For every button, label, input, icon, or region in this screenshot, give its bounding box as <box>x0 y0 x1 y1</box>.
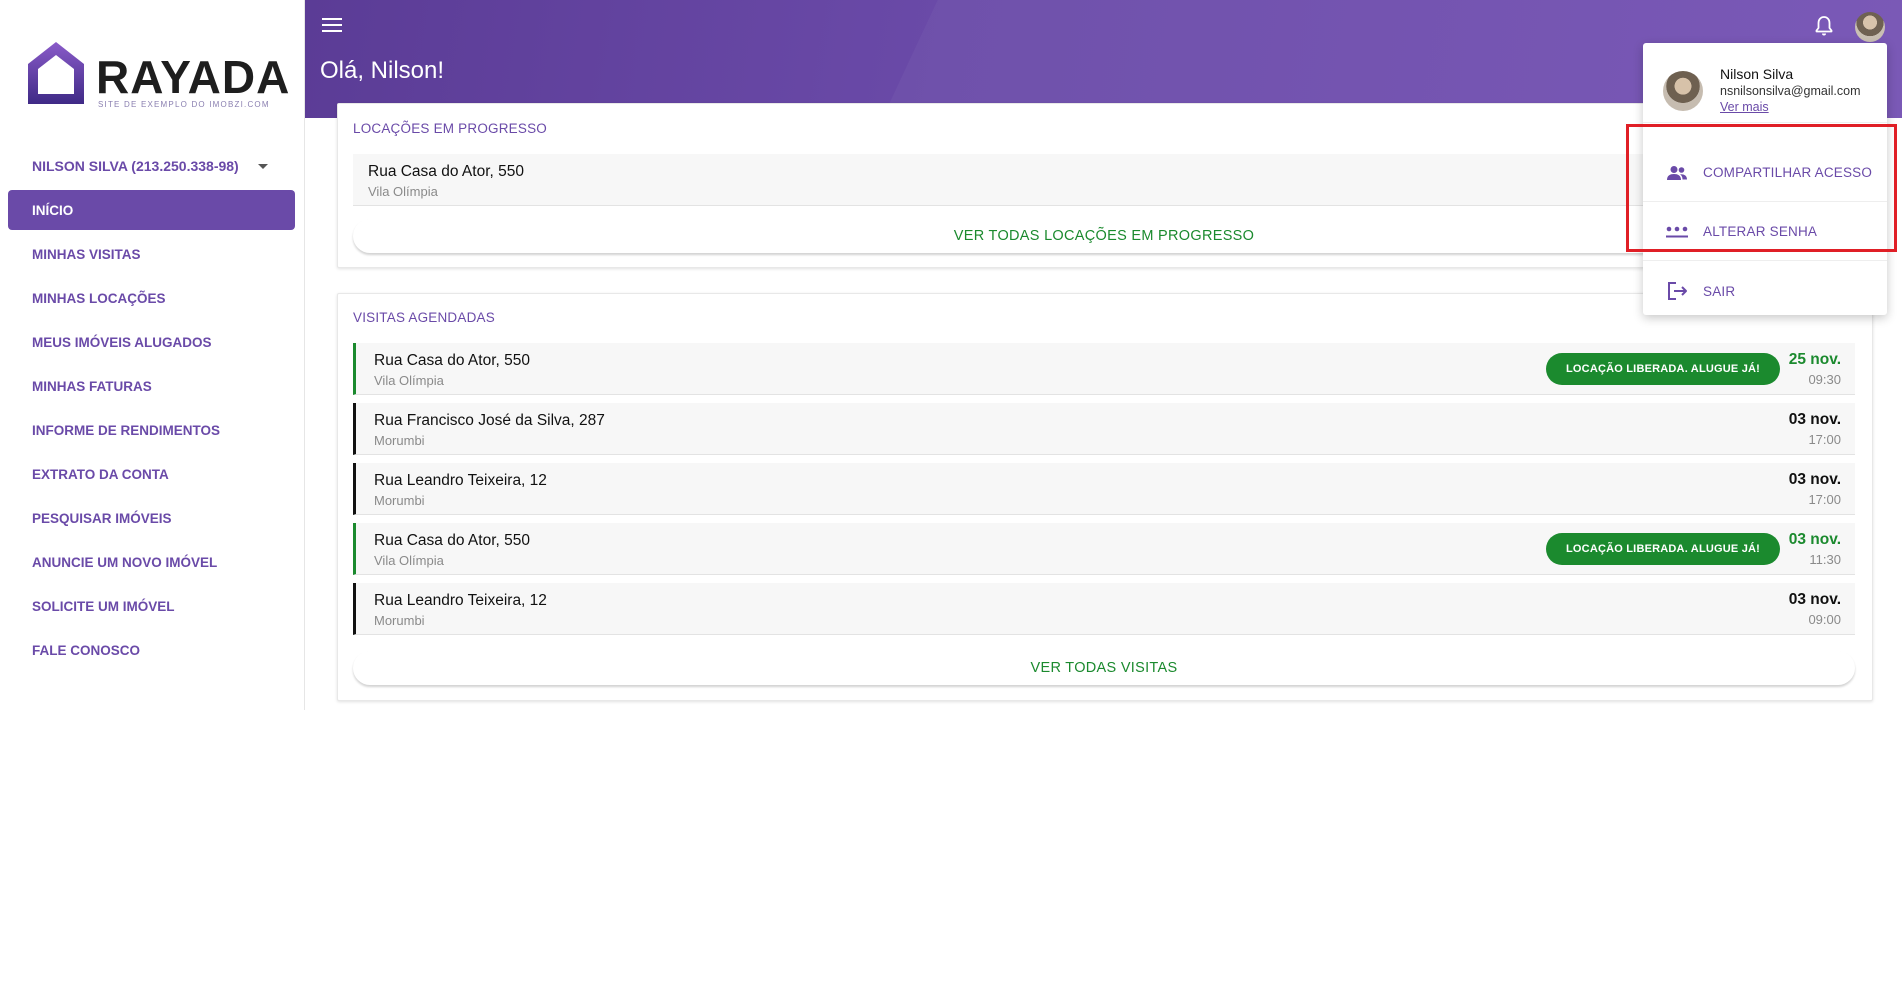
brand-logo[interactable]: RAYADA SITE DE EXEMPLO DO IMOBZI.COM <box>24 38 289 110</box>
bell-icon[interactable] <box>1815 16 1833 41</box>
visit-street: Rua Leandro Teixeira, 12 <box>374 592 547 609</box>
visit-district: Vila Olímpia <box>374 553 444 568</box>
see-all-rentals-button[interactable]: VER TODAS LOCAÇÕES EM PROGRESSO <box>353 219 1855 253</box>
user-name: Nilson Silva <box>1720 66 1794 82</box>
visit-street: Rua Francisco José da Silva, 287 <box>374 412 605 429</box>
sidebar-item-pesquisar-imoveis[interactable]: PESQUISAR IMÓVEIS <box>8 498 295 538</box>
menu-item-logout[interactable]: SAIR <box>1643 262 1887 320</box>
sidebar-item-minhas-faturas[interactable]: MINHAS FATURAS <box>8 366 295 406</box>
caret-down-icon <box>258 163 268 169</box>
visit-street: Rua Casa do Ator, 550 <box>374 532 530 549</box>
visit-time: 11:30 <box>1809 552 1841 567</box>
property-street: Rua Casa do Ator, 550 <box>368 163 524 180</box>
menu-item-share-access[interactable]: COMPARTILHAR ACESSO <box>1643 144 1887 202</box>
user-menu: Nilson Silva nsnilsonsilva@gmail.com Ver… <box>1643 43 1887 315</box>
visit-day: 25 nov. <box>1788 351 1841 368</box>
rentals-title: LOCAÇÕES EM PROGRESSO <box>353 121 547 136</box>
visits-title: VISITAS AGENDADAS <box>353 310 495 325</box>
visit-street: Rua Casa do Ator, 550 <box>374 352 530 369</box>
visit-date: 03 nov. 11:30 <box>1789 531 1841 567</box>
password-icon <box>1663 225 1691 239</box>
see-more-link[interactable]: Ver mais <box>1720 100 1769 114</box>
rent-available-badge[interactable]: LOCAÇÃO LIBERADA. ALUGUE JÁ! <box>1546 353 1781 385</box>
visit-district: Vila Olímpia <box>374 373 444 388</box>
table-row[interactable]: Rua Casa do Ator, 550 Vila Olímpia LOCAÇ… <box>353 523 1855 575</box>
sidebar-item-anuncie-imovel[interactable]: ANUNCIE UM NOVO IMÓVEL <box>8 542 295 582</box>
sidebar-item-solicite-imovel[interactable]: SOLICITE UM IMÓVEL <box>8 586 295 626</box>
people-icon <box>1663 165 1691 181</box>
logout-icon <box>1663 281 1691 301</box>
visit-date: 25 nov. 09:30 <box>1789 351 1841 387</box>
menu-item-label: COMPARTILHAR ACESSO <box>1703 165 1873 180</box>
avatar <box>1663 71 1703 111</box>
visit-district: Morumbi <box>374 493 425 508</box>
visit-day: 03 nov. <box>1788 531 1841 548</box>
sidebar-nav: INÍCIO MINHAS VISITAS MINHAS LOCAÇÕES ME… <box>8 190 295 674</box>
sidebar-item-minhas-locacoes[interactable]: MINHAS LOCAÇÕES <box>8 278 295 318</box>
brand-name: RAYADA <box>96 51 291 103</box>
sidebar-item-imoveis-alugados[interactable]: MEUS IMÓVEIS ALUGADOS <box>8 322 295 362</box>
visit-date: 03 nov. 17:00 <box>1789 411 1841 447</box>
house-logo-icon <box>28 42 84 104</box>
visit-day: 03 nov. <box>1788 471 1841 488</box>
account-selector-label: NILSON SILVA (213.250.338-98) <box>32 158 239 174</box>
table-row[interactable]: Rua Leandro Teixeira, 12 Morumbi 03 nov.… <box>353 463 1855 515</box>
visit-district: Morumbi <box>374 613 425 628</box>
menu-item-change-password[interactable]: ALTERAR SENHA <box>1643 203 1887 261</box>
list-item[interactable]: Rua Casa do Ator, 550 Vila Olímpia <box>353 154 1855 206</box>
user-menu-header: Nilson Silva nsnilsonsilva@gmail.com Ver… <box>1643 43 1887 123</box>
property-district: Vila Olímpia <box>368 184 438 199</box>
see-all-visits-button[interactable]: VER TODAS VISITAS <box>353 651 1855 685</box>
visit-time: 17:00 <box>1808 492 1841 507</box>
menu-item-label: ALTERAR SENHA <box>1703 224 1818 239</box>
visit-day: 03 nov. <box>1788 411 1841 428</box>
table-row[interactable]: Rua Francisco José da Silva, 287 Morumbi… <box>353 403 1855 455</box>
visit-date: 03 nov. 09:00 <box>1789 591 1841 627</box>
brand-tagline: SITE DE EXEMPLO DO IMOBZI.COM <box>98 100 270 109</box>
sidebar: RAYADA SITE DE EXEMPLO DO IMOBZI.COM NIL… <box>0 0 305 710</box>
visit-street: Rua Leandro Teixeira, 12 <box>374 472 547 489</box>
menu-item-label: SAIR <box>1703 283 1736 299</box>
visit-time: 17:00 <box>1808 432 1841 447</box>
visit-time: 09:00 <box>1808 612 1841 627</box>
sidebar-item-informe-rendimentos[interactable]: INFORME DE RENDIMENTOS <box>8 410 295 450</box>
account-selector[interactable]: NILSON SILVA (213.250.338-98) <box>32 156 272 176</box>
visits-card: VISITAS AGENDADAS Rua Casa do Ator, 550 … <box>337 293 1873 701</box>
avatar[interactable] <box>1855 12 1885 42</box>
user-email: nsnilsonsilva@gmail.com <box>1720 84 1861 98</box>
rent-available-badge[interactable]: LOCAÇÃO LIBERADA. ALUGUE JÁ! <box>1546 533 1781 565</box>
page-greeting: Olá, Nilson! <box>320 57 445 84</box>
visit-time: 09:30 <box>1808 372 1841 387</box>
visit-date: 03 nov. 17:00 <box>1789 471 1841 507</box>
table-row[interactable]: Rua Leandro Teixeira, 12 Morumbi 03 nov.… <box>353 583 1855 635</box>
sidebar-item-extrato-conta[interactable]: EXTRATO DA CONTA <box>8 454 295 494</box>
visit-district: Morumbi <box>374 433 425 448</box>
sidebar-item-fale-conosco[interactable]: FALE CONOSCO <box>8 630 295 670</box>
menu-icon[interactable] <box>322 18 342 34</box>
table-row[interactable]: Rua Casa do Ator, 550 Vila Olímpia LOCAÇ… <box>353 343 1855 395</box>
sidebar-item-inicio[interactable]: INÍCIO <box>8 190 295 230</box>
visit-day: 03 nov. <box>1788 591 1841 608</box>
sidebar-item-minhas-visitas[interactable]: MINHAS VISITAS <box>8 234 295 274</box>
